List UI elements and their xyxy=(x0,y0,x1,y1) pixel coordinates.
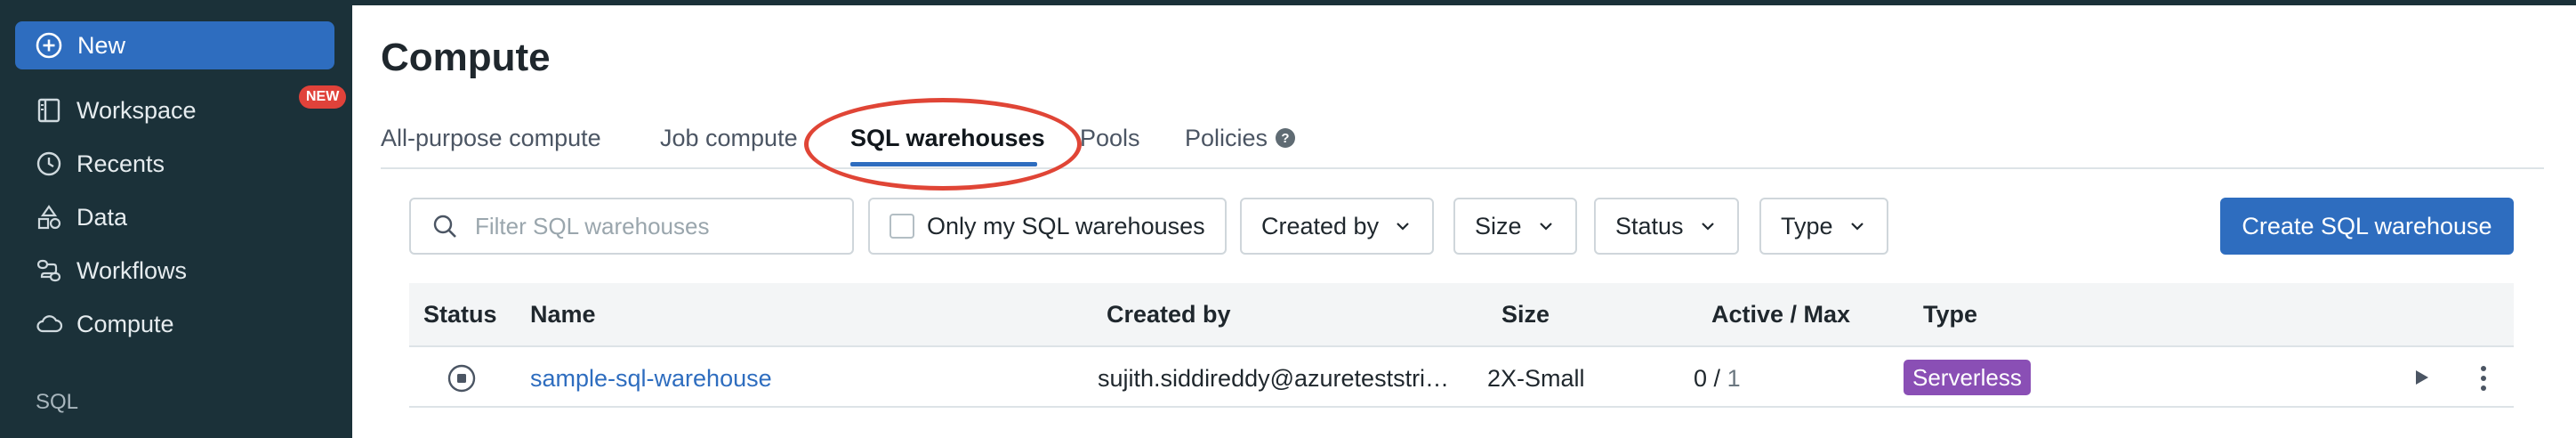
tab-bar: All-purpose compute Job compute SQL ware… xyxy=(381,123,2544,169)
chevron-down-icon xyxy=(1539,223,1552,231)
type-badge-serverless: Serverless xyxy=(1904,360,2031,395)
filter-created-by[interactable]: Created by xyxy=(1240,198,1435,255)
search-input[interactable] xyxy=(475,212,831,240)
max-count: 1 xyxy=(1727,365,1741,392)
cloud-icon xyxy=(36,315,63,333)
workflows-icon xyxy=(36,259,61,282)
sidebar-item-label: Compute xyxy=(76,310,174,337)
checkbox[interactable] xyxy=(890,214,914,239)
column-header-active-max[interactable]: Active / Max xyxy=(1711,301,1850,328)
filter-label: Size xyxy=(1475,212,1522,239)
search-icon xyxy=(433,215,456,238)
kebab-menu-icon[interactable] xyxy=(2471,363,2496,393)
stopped-status-icon xyxy=(447,364,476,393)
new-button[interactable]: New xyxy=(15,21,334,69)
created-by-cell: sujith.siddireddy@azureteststri… xyxy=(1098,365,1450,392)
tab-all-purpose-compute[interactable]: All-purpose compute xyxy=(381,125,601,152)
filter-size[interactable]: Size xyxy=(1453,198,1577,255)
sidebar: New NEW Workspace Recents Data Workflows… xyxy=(0,0,352,438)
column-header-status[interactable]: Status xyxy=(423,301,497,328)
column-header-type[interactable]: Type xyxy=(1923,301,1977,328)
tab-policies-label: Policies xyxy=(1185,125,1268,151)
help-icon[interactable]: ? xyxy=(1275,127,1296,149)
sidebar-item-workspace[interactable]: Workspace xyxy=(34,91,197,130)
filter-label: Created by xyxy=(1261,212,1380,239)
sidebar-item-compute[interactable]: Compute xyxy=(34,304,174,344)
tab-job-compute[interactable]: Job compute xyxy=(660,125,798,152)
sidebar-item-workflows[interactable]: Workflows xyxy=(34,251,187,290)
plus-circle-icon xyxy=(36,32,62,59)
create-sql-warehouse-button[interactable]: Create SQL warehouse xyxy=(2220,198,2514,255)
page-title: Compute xyxy=(381,36,551,79)
sidebar-item-data[interactable]: Data xyxy=(34,198,127,237)
filter-status[interactable]: Status xyxy=(1594,198,1739,255)
clock-icon xyxy=(36,151,61,176)
top-bar xyxy=(0,0,2576,5)
filter-label: Status xyxy=(1615,212,1684,239)
size-cell: 2X-Small xyxy=(1487,365,1585,392)
play-icon[interactable] xyxy=(2411,367,2432,388)
table-row: sample-sql-warehouse sujith.siddireddy@a… xyxy=(409,347,2514,408)
sidebar-item-recents[interactable]: Recents xyxy=(34,144,165,183)
chevron-down-icon xyxy=(1850,223,1864,231)
active-count: 0 xyxy=(1694,365,1708,392)
filter-label: Type xyxy=(1781,212,1833,239)
filter-type[interactable]: Type xyxy=(1759,198,1888,255)
warehouse-name-link[interactable]: sample-sql-warehouse xyxy=(530,365,772,393)
annotation-ellipse xyxy=(804,98,1082,191)
tab-pools[interactable]: Pools xyxy=(1080,125,1140,152)
tab-policies[interactable]: Policies ? xyxy=(1185,125,1296,152)
search-box[interactable] xyxy=(409,198,854,255)
column-header-size[interactable]: Size xyxy=(1501,301,1550,328)
checkbox-label: Only my SQL warehouses xyxy=(927,212,1205,239)
sidebar-item-label: Workspace xyxy=(76,96,197,124)
active-max-separator: / xyxy=(1713,365,1721,392)
chevron-down-icon xyxy=(1701,223,1714,231)
column-header-name[interactable]: Name xyxy=(530,301,596,328)
table-header: Status Name Created by Size Active / Max… xyxy=(409,283,2514,347)
svg-text:?: ? xyxy=(1281,131,1289,146)
data-icon xyxy=(37,205,61,230)
sidebar-item-label: Recents xyxy=(76,150,165,177)
active-max-cell: 0 / 1 xyxy=(1694,365,1741,393)
new-badge: NEW xyxy=(299,85,347,109)
sidebar-section-sql: SQL xyxy=(36,390,79,414)
sidebar-item-label: Workflows xyxy=(76,256,188,284)
column-header-created-by[interactable]: Created by xyxy=(1107,301,1231,328)
workspace-icon xyxy=(37,98,60,123)
new-button-label: New xyxy=(77,31,126,59)
chevron-down-icon xyxy=(1397,223,1409,231)
only-my-warehouses-checkbox[interactable]: Only my SQL warehouses xyxy=(868,198,1227,255)
sidebar-item-label: Data xyxy=(76,203,128,231)
